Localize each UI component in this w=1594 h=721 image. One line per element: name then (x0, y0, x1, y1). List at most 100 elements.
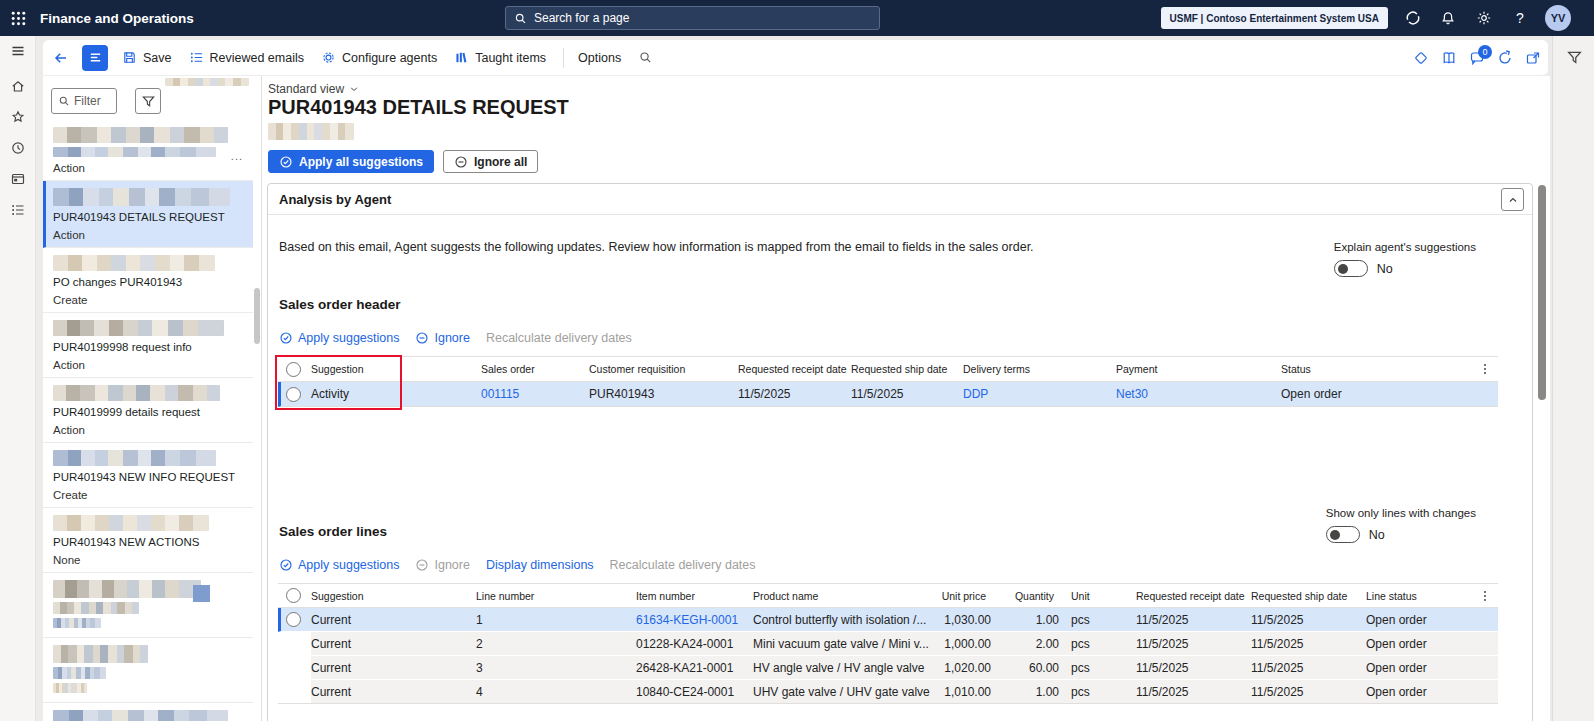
view-selector[interactable]: Standard view (268, 82, 359, 96)
delivery-terms-link[interactable]: DDP (963, 387, 988, 401)
email-status: None (53, 554, 243, 567)
redacted-text (268, 123, 354, 140)
lines-apply-suggestions-link[interactable]: Apply suggestions (279, 558, 399, 572)
list-scrollbar[interactable] (254, 288, 260, 344)
email-list-item[interactable]: PUR401943 NEW INFO REQUESTCreate (43, 443, 253, 508)
table-cell (1471, 608, 1498, 631)
row-radio[interactable] (286, 387, 301, 402)
main-scrollbar[interactable] (1538, 185, 1546, 400)
toolbar-search-icon[interactable] (638, 50, 653, 65)
table-cell: Open order (1366, 632, 1471, 655)
collapse-card-button[interactable] (1501, 188, 1524, 211)
filter-input[interactable]: Filter (51, 88, 117, 114)
lines-ignore-link[interactable]: Ignore (415, 558, 469, 572)
hamburger-menu-icon[interactable] (0, 43, 36, 59)
options-menu[interactable]: Options (578, 51, 621, 65)
column-header: Requested receipt date (1136, 584, 1251, 607)
display-dimensions-link[interactable]: Display dimensions (486, 558, 594, 572)
redacted-text (53, 667, 106, 679)
open-in-new-window-icon[interactable] (1525, 50, 1541, 66)
page-title: PUR401943 DETAILS REQUEST (268, 96, 569, 119)
column-header: Quantity (991, 584, 1059, 607)
table-row[interactable]: Current410840-CE24-0001UHV gate valve / … (278, 680, 1498, 704)
show-only-lines-toggle-block: Show only lines with changes No (1326, 507, 1476, 543)
apply-suggestions-link[interactable]: Apply suggestions (279, 331, 399, 345)
table-row[interactable]: Activity001115PUR40194311/5/202511/5/202… (278, 382, 1498, 407)
configure-agents-button[interactable]: Configure agents (321, 50, 437, 65)
show-only-toggle[interactable] (1326, 526, 1360, 543)
favorites-star-icon[interactable] (0, 109, 36, 125)
table-cell: DDP (963, 382, 1116, 406)
ignore-all-button[interactable]: Ignore all (443, 150, 538, 173)
recent-clock-icon[interactable] (0, 140, 36, 156)
recalculate-delivery-dates-link[interactable]: Recalculate delivery dates (486, 331, 632, 345)
ignore-link[interactable]: Ignore (415, 331, 469, 345)
email-list-item[interactable]: PUR401943 NEW ACTIONSNone (43, 508, 253, 573)
table-cell: 001115 (481, 382, 589, 406)
email-list-item[interactable]: PUR401943 DETAILS REQUESTAction (43, 181, 253, 248)
email-list-item[interactable] (43, 573, 253, 638)
table-cell: UHV gate valve / UHV gate valve (753, 680, 941, 703)
analysis-description: Based on this email, Agent suggests the … (279, 240, 1034, 254)
email-list-item[interactable] (43, 638, 253, 703)
select-all-radio[interactable] (286, 588, 301, 603)
app-title: Finance and Operations (40, 11, 194, 26)
email-status: Action (53, 424, 243, 437)
column-header: Requested ship date (851, 357, 963, 381)
column-header: Unit (1059, 584, 1136, 607)
settings-gear-icon[interactable] (1474, 8, 1494, 28)
table-cell (281, 382, 311, 406)
table-cell: pcs (1059, 656, 1136, 679)
table-cell: 11/5/2025 (1251, 656, 1366, 679)
help-icon[interactable]: ? (1510, 8, 1530, 28)
row-radio[interactable] (286, 612, 301, 627)
column-options-icon[interactable] (1478, 362, 1492, 376)
avatar[interactable]: YV (1545, 5, 1571, 31)
refresh-icon[interactable] (1497, 50, 1513, 66)
column-header: Requested ship date (1251, 584, 1366, 607)
personalize-icon[interactable] (1413, 50, 1429, 66)
email-list-item[interactable] (43, 703, 253, 721)
back-button[interactable] (53, 50, 69, 66)
explain-toggle[interactable] (1334, 260, 1368, 277)
modules-list-icon[interactable] (0, 202, 36, 218)
notifications-bell-icon[interactable] (1438, 8, 1458, 28)
payment-link[interactable]: Net30 (1116, 387, 1148, 401)
filter-pane-icon[interactable] (1563, 46, 1585, 68)
email-list-item[interactable]: PO changes PUR401943Create (43, 248, 253, 313)
sales-order-link[interactable]: 001115 (481, 387, 519, 401)
reviewed-emails-button[interactable]: Reviewed emails (189, 50, 304, 65)
table-row[interactable]: Current201228-KA24-0001Mini vacuum gate … (278, 632, 1498, 656)
column-header: Suggestion (311, 584, 476, 607)
sales-order-header-table: SuggestionSales orderCustomer requisitio… (278, 356, 1498, 407)
search-input[interactable]: Search for a page (505, 6, 880, 30)
waffle-menu-icon[interactable] (0, 0, 36, 36)
item-number-link[interactable]: 61634-KEGH-0001 (636, 613, 738, 627)
show-list-button[interactable] (82, 45, 108, 71)
taught-items-button[interactable]: Taught items (454, 50, 546, 65)
table-cell: PUR401943 (589, 382, 738, 406)
select-all-radio[interactable] (286, 362, 301, 377)
table-row[interactable]: Current326428-KA21-0001HV angle valve / … (278, 656, 1498, 680)
environment-selector[interactable]: USMF | Contoso Entertainment System USA (1161, 7, 1389, 29)
lines-recalculate-link[interactable]: Recalculate delivery dates (610, 558, 756, 572)
email-list-item[interactable]: PUR4019999 details requestAction (43, 378, 253, 443)
email-list-item[interactable]: PUR40199998 request infoAction (43, 313, 253, 378)
column-options-icon[interactable] (1478, 589, 1492, 603)
save-button[interactable]: Save (122, 50, 172, 65)
email-list-item[interactable]: ...Action (43, 120, 253, 181)
guide-book-icon[interactable] (1441, 50, 1457, 66)
table-cell: 1,000.00 (941, 632, 991, 655)
table-cell (278, 656, 311, 679)
workspaces-icon[interactable] (0, 171, 36, 187)
table-cell: Current (311, 656, 476, 679)
table-row[interactable]: Current161634-KEGH-0001Control butterfly… (278, 608, 1498, 632)
redacted-text (53, 710, 228, 721)
list-filter-icon[interactable] (135, 88, 161, 114)
email-status: Action (53, 162, 243, 175)
home-icon[interactable] (0, 78, 36, 94)
copilot-icon[interactable] (1403, 8, 1423, 28)
apply-all-suggestions-button[interactable]: Apply all suggestions (268, 150, 434, 173)
table-cell: 1,030.00 (941, 608, 991, 631)
messages-icon[interactable]: 0 (1469, 50, 1485, 66)
